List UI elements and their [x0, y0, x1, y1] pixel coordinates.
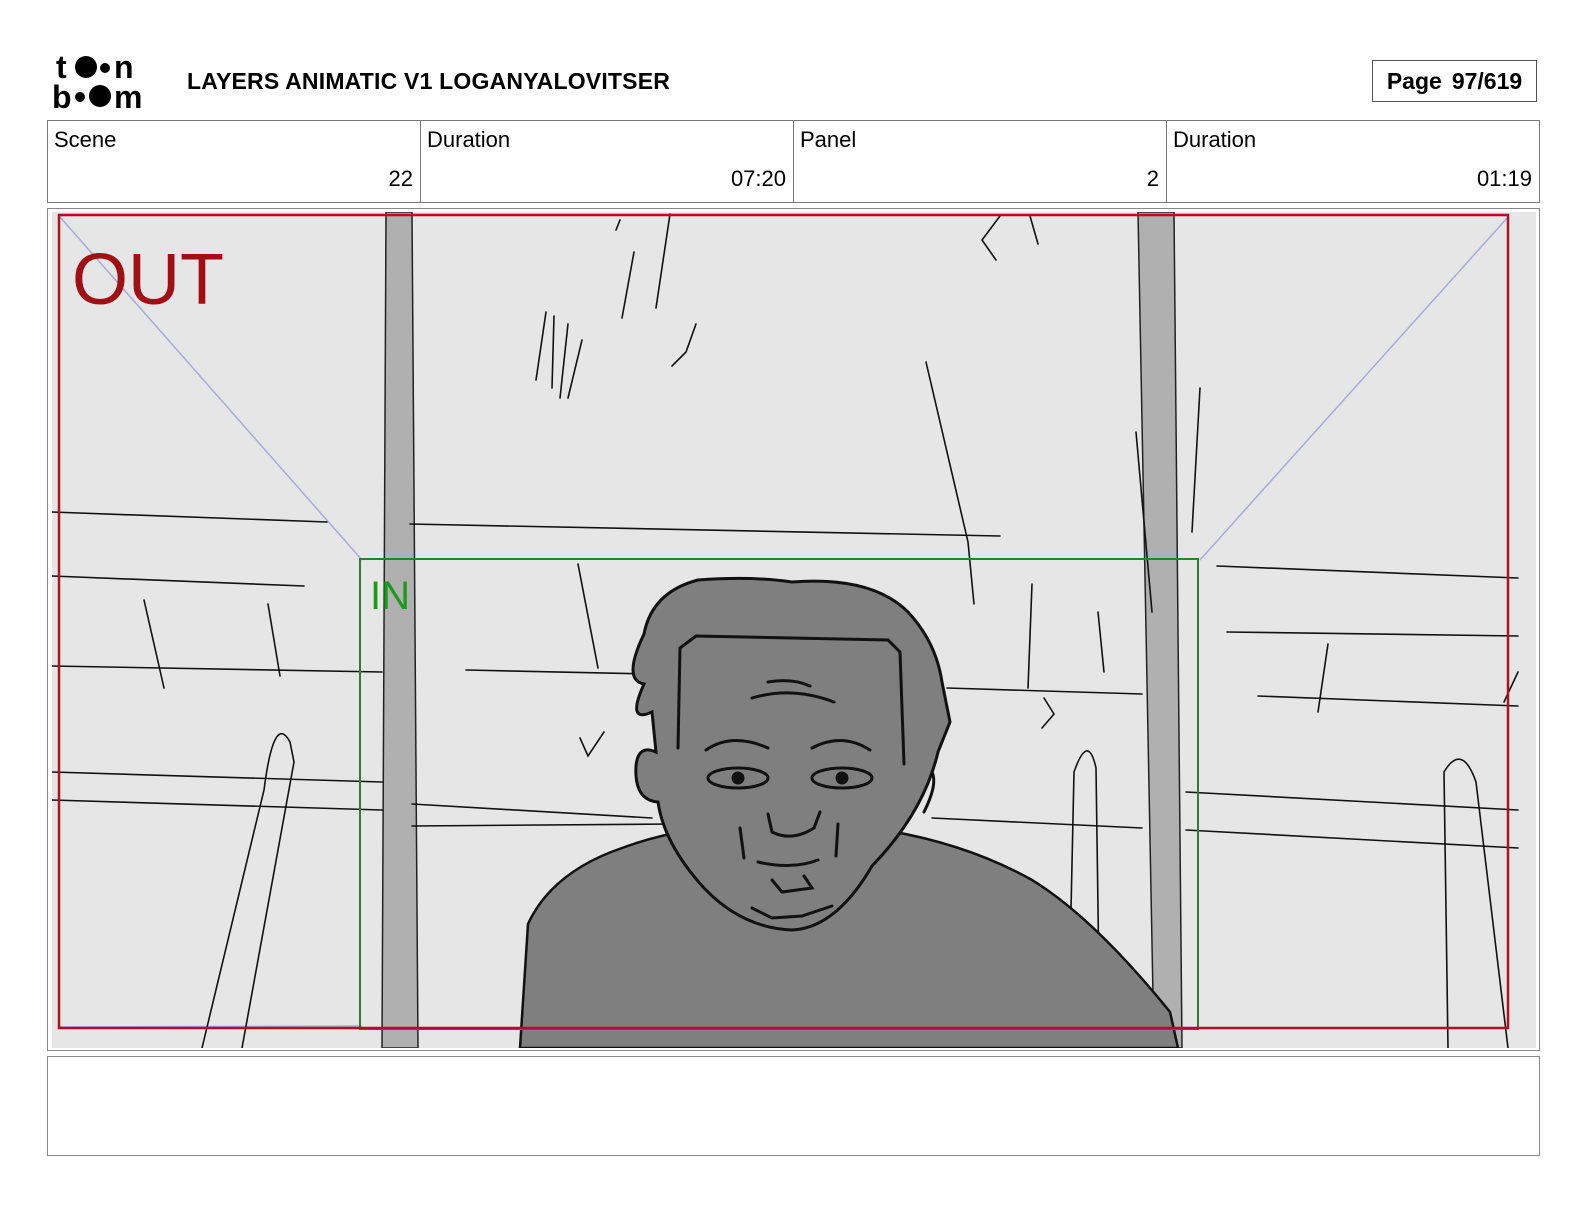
- scene-duration-cell: Duration 07:20: [421, 121, 794, 202]
- panel-notes-box: [47, 1056, 1540, 1156]
- toon-boom-logo: toon t n b m: [52, 50, 142, 112]
- panel-duration-cell: Duration 01:19: [1167, 121, 1539, 202]
- page-indicator: Page 97/619: [1372, 60, 1537, 102]
- panel-value: 2: [1146, 166, 1159, 191]
- scene-duration-label: Duration: [427, 127, 511, 152]
- panel-cell: Panel 2: [794, 121, 1167, 202]
- page-number: 97/619: [1451, 67, 1523, 94]
- document-title: LAYERS ANIMATIC V1 LOGANYALOVITSER: [187, 68, 671, 94]
- svg-text:b: b: [52, 79, 72, 112]
- panel-label: Panel: [800, 127, 857, 152]
- left-pillar: [381, 212, 419, 1048]
- in-label: IN: [370, 574, 410, 618]
- storyboard-panel-drawing: IN OUT: [52, 212, 1536, 1048]
- scene-duration-value: 07:20: [730, 166, 786, 191]
- panel-duration-value: 01:19: [1476, 166, 1532, 191]
- scene-info-table: Scene 22 Duration 07:20 Panel 2 Duration…: [47, 120, 1540, 203]
- page-label: Page: [1386, 67, 1442, 94]
- svg-text:m: m: [114, 79, 142, 112]
- scene-label: Scene: [54, 127, 117, 152]
- scene-value: 22: [388, 166, 413, 191]
- panel-duration-label: Duration: [1173, 127, 1257, 152]
- out-label: OUT: [72, 240, 224, 320]
- scene-cell: Scene 22: [48, 121, 421, 202]
